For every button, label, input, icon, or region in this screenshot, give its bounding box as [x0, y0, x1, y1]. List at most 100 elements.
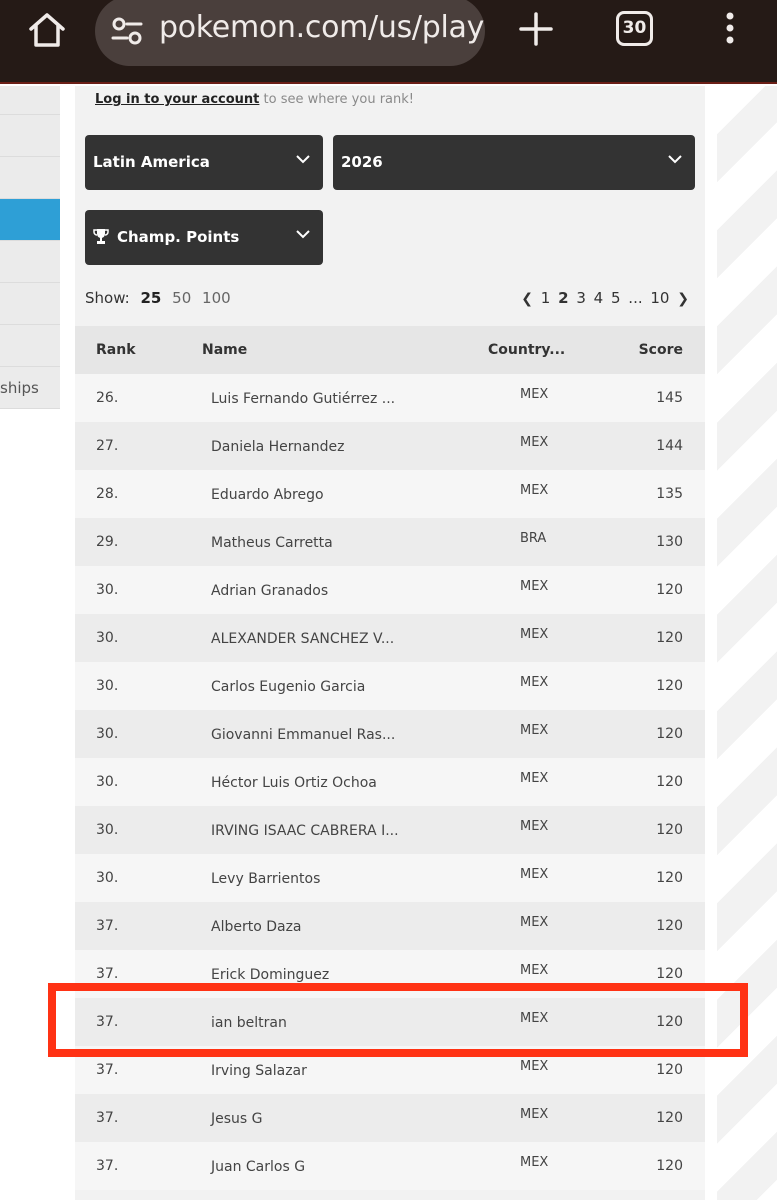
page-1[interactable]: 1: [541, 289, 551, 307]
name-cell: Giovanni Emmanuel Ras...: [211, 727, 396, 743]
rank-cell: 37.: [96, 1110, 119, 1126]
table-row[interactable]: 27. Daniela Hernandez MEX 144: [75, 422, 705, 470]
score-cell: 135: [656, 486, 683, 502]
name-cell: ian beltran: [211, 1015, 287, 1031]
browser-toolbar: pokemon.com/us/play 30: [0, 0, 777, 84]
rank-cell: 29.: [96, 534, 119, 550]
chevron-down-icon: [668, 155, 682, 164]
table-row[interactable]: 37. Jesus G MEX 120: [75, 1094, 705, 1142]
rank-cell: 30.: [96, 678, 119, 694]
sidebar-item[interactable]: [0, 157, 60, 199]
table-row[interactable]: 30. Carlos Eugenio Garcia MEX 120: [75, 662, 705, 710]
name-cell: Eduardo Abrego: [211, 487, 324, 503]
score-cell: 130: [656, 534, 683, 550]
site-settings-icon[interactable]: [111, 16, 143, 46]
table-row[interactable]: 37. Irving Salazar MEX 120: [75, 1046, 705, 1094]
tab-switcher-button[interactable]: 30: [616, 11, 653, 46]
header-score[interactable]: Score: [639, 342, 683, 358]
score-cell: 120: [656, 1110, 683, 1126]
metric-dropdown[interactable]: Champ. Points: [85, 210, 323, 265]
table-row[interactable]: 30. Giovanni Emmanuel Ras... MEX 120: [75, 710, 705, 758]
rank-cell: 30.: [96, 774, 119, 790]
table-row[interactable]: 37. Juan Carlos G MEX 120: [75, 1142, 705, 1190]
country-cell: MEX: [520, 915, 549, 930]
sidebar-item[interactable]: [0, 241, 60, 283]
name-cell: Matheus Carretta: [211, 535, 333, 551]
country-cell: MEX: [520, 1059, 549, 1074]
rank-cell: 30.: [96, 582, 119, 598]
sidebar-item[interactable]: [0, 325, 60, 367]
table-row[interactable]: 30. Adrian Granados MEX 120: [75, 566, 705, 614]
page-3[interactable]: 3: [576, 289, 586, 307]
rank-cell: 27.: [96, 438, 119, 454]
table-row[interactable]: 30. Héctor Luis Ortiz Ochoa MEX 120: [75, 758, 705, 806]
year-value: 2026: [341, 153, 383, 171]
score-cell: 144: [656, 438, 683, 454]
rank-cell: 37.: [96, 1062, 119, 1078]
more-options-icon[interactable]: [720, 10, 740, 50]
name-cell: ALEXANDER SANCHEZ V...: [211, 631, 395, 647]
country-cell: MEX: [520, 483, 549, 498]
score-cell: 120: [656, 1062, 683, 1078]
header-rank[interactable]: Rank: [96, 342, 136, 358]
table-row[interactable]: 26. Luis Fernando Gutiérrez ... MEX 145: [75, 374, 705, 422]
sidebar-item-championships[interactable]: ships: [0, 367, 60, 409]
sidebar-item[interactable]: [0, 283, 60, 325]
header-country[interactable]: Country...: [488, 342, 565, 358]
trophy-icon: [93, 229, 109, 244]
table-body: 26. Luis Fernando Gutiérrez ... MEX 145 27. D…: [75, 374, 705, 1190]
name-cell: Héctor Luis Ortiz Ochoa: [211, 775, 377, 791]
page-last[interactable]: 10: [650, 289, 669, 307]
sidebar-item[interactable]: [0, 115, 60, 157]
country-cell: MEX: [520, 1155, 549, 1170]
sidebar-item[interactable]: [0, 86, 60, 115]
table-row[interactable]: 28. Eduardo Abrego MEX 135: [75, 470, 705, 518]
rank-cell: 37.: [96, 1014, 119, 1030]
leaderboard-panel: Log in to your account to see where you …: [75, 86, 705, 1200]
score-cell: 120: [656, 870, 683, 886]
region-value: Latin America: [93, 153, 210, 171]
country-cell: MEX: [520, 579, 549, 594]
rank-cell: 37.: [96, 1158, 119, 1174]
page-size-100[interactable]: 100: [202, 289, 231, 307]
page-size-25[interactable]: 25: [141, 289, 162, 307]
score-cell: 120: [656, 726, 683, 742]
page-4[interactable]: 4: [594, 289, 604, 307]
home-icon[interactable]: [27, 10, 67, 50]
rank-cell: 26.: [96, 390, 119, 406]
table-row[interactable]: 30. ALEXANDER SANCHEZ V... MEX 120: [75, 614, 705, 662]
year-dropdown[interactable]: 2026: [333, 135, 695, 190]
name-cell: Adrian Granados: [211, 583, 329, 599]
page-5[interactable]: 5: [611, 289, 621, 307]
table-row[interactable]: 30. Levy Barrientos MEX 120: [75, 854, 705, 902]
table-row[interactable]: 29. Matheus Carretta BRA 130: [75, 518, 705, 566]
name-cell: Erick Dominguez: [211, 967, 330, 983]
table-row[interactable]: 37. Alberto Daza MEX 120: [75, 902, 705, 950]
table-row[interactable]: 30. IRVING ISAAC CABRERA I... MEX 120: [75, 806, 705, 854]
region-dropdown[interactable]: Latin America: [85, 135, 323, 190]
login-suffix: to see where you rank!: [259, 92, 414, 107]
page-size-selector: Show: 25 50 100: [85, 289, 231, 307]
table-header: Rank Name Country... Score: [75, 326, 705, 374]
prev-page-button[interactable]: ❮: [521, 291, 533, 307]
page-size-50[interactable]: 50: [172, 289, 191, 307]
page-ellipsis: ...: [628, 289, 643, 307]
address-bar[interactable]: pokemon.com/us/play: [95, 0, 485, 66]
login-link[interactable]: Log in to your account: [95, 92, 259, 107]
table-row[interactable]: 37. Erick Dominguez MEX 120: [75, 950, 705, 998]
metric-value: Champ. Points: [117, 228, 240, 246]
page-2-current[interactable]: 2: [558, 289, 568, 307]
country-cell: MEX: [520, 771, 549, 786]
new-tab-icon[interactable]: [518, 11, 554, 47]
url-text: pokemon.com/us/play: [159, 10, 485, 45]
rank-cell: 30.: [96, 822, 119, 838]
header-name[interactable]: Name: [202, 342, 247, 358]
name-cell: Jesus G: [211, 1111, 263, 1127]
table-row[interactable]: 37. ian beltran MEX 120: [75, 998, 705, 1046]
sidebar-item-active[interactable]: [0, 199, 60, 241]
score-cell: 120: [656, 678, 683, 694]
chevron-down-icon: [296, 230, 310, 239]
country-cell: MEX: [520, 435, 549, 450]
name-cell: Irving Salazar: [211, 1063, 307, 1079]
next-page-button[interactable]: ❯: [677, 291, 689, 307]
